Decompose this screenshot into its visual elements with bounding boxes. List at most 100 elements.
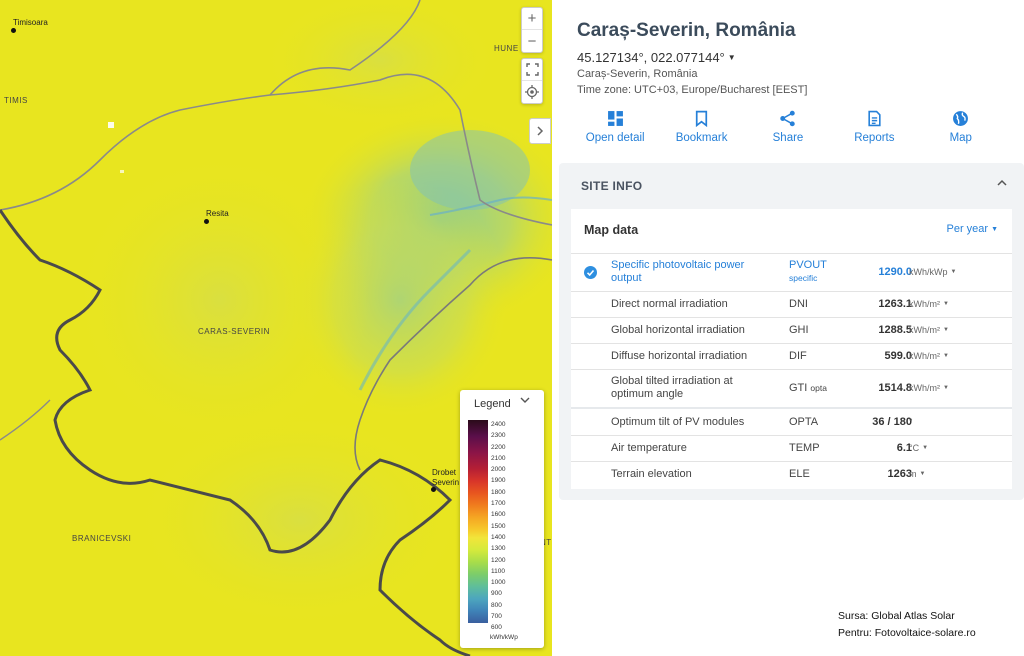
legend-title: Legend: [474, 398, 511, 410]
reports-button[interactable]: Reports: [831, 110, 917, 144]
legend-tick: 1700: [491, 500, 506, 508]
unit-selector[interactable]: m ▼: [909, 469, 925, 479]
document-icon: [868, 110, 881, 127]
legend-tick: 1000: [491, 579, 506, 587]
region-label-caras-severin: CARAS-SEVERIN: [198, 327, 270, 336]
fullscreen-icon: [525, 63, 539, 76]
region-label-timis: TIMIS: [4, 96, 28, 105]
data-row-dni[interactable]: Direct normal irradiation DNI 1263.1 kWh…: [571, 291, 1012, 317]
locate-button[interactable]: [522, 81, 542, 103]
map-data-title: Map data: [584, 223, 639, 237]
row-abbr: TEMP: [789, 442, 820, 454]
data-row-temp[interactable]: Air temperature TEMP 6.1 °C ▼: [571, 435, 1012, 461]
period-selector-label: Per year: [946, 223, 989, 235]
solar-map[interactable]: TIMIS CARAS-SEVERIN BRANICEVSKI HUNE NT …: [0, 0, 552, 656]
legend-ticks: 2400 2300 2200 2100 2000 1900 1800 1700 1600 1500…: [491, 419, 531, 634]
view-controls: [521, 58, 543, 104]
row-name: Specific photovoltaic power output: [611, 259, 745, 284]
row-abbr: DNI: [789, 298, 808, 310]
legend-tick: 2200: [491, 443, 506, 451]
legend-tick: 800: [491, 601, 502, 609]
open-detail-button[interactable]: Open detail: [572, 110, 658, 144]
locate-icon: [525, 85, 539, 99]
city-marker-resita[interactable]: [204, 219, 209, 224]
check-icon: [584, 266, 597, 279]
chevron-down-icon[interactable]: [520, 396, 530, 404]
city-label-timisoara: Timisoara: [13, 18, 48, 27]
coordinates-value: 45.127134°, 022.077144°: [577, 50, 725, 65]
row-name: Diffuse horizontal irradiation: [611, 350, 748, 362]
data-row-dif[interactable]: Diffuse horizontal irradiation DIF 599.0…: [571, 343, 1012, 369]
legend-tick: 1100: [491, 567, 505, 575]
row-name: Air temperature: [611, 442, 687, 454]
unit-selector[interactable]: °C ▼: [909, 443, 928, 453]
globe-icon: [953, 111, 969, 126]
source-line: Sursa: Global Atlas Solar: [838, 610, 955, 622]
chevron-up-icon[interactable]: [996, 177, 1008, 189]
row-abbr: OPTA: [789, 416, 819, 428]
map-button[interactable]: Map: [918, 110, 1004, 144]
unit-selector[interactable]: kWh/kWp ▼: [909, 267, 956, 277]
legend-tick: 1500: [491, 522, 506, 530]
data-row-pvout[interactable]: Specific photovoltaic power output PVOUT…: [571, 253, 1012, 291]
share-label: Share: [772, 132, 804, 144]
data-row-ele[interactable]: Terrain elevation ELE 1263 m ▼: [571, 461, 1012, 488]
site-panel: Caraș-Severin, România 45.127134°, 022.0…: [552, 0, 1024, 656]
period-selector[interactable]: Per year ▼: [946, 223, 998, 235]
row-unit: °: [909, 417, 913, 427]
zoom-out-button[interactable]: −: [522, 30, 542, 52]
region-label-hune: HUNE: [494, 44, 519, 53]
credit-line: Pentru: Fotovoltaice-solare.ro: [838, 627, 976, 639]
unit-selector[interactable]: kWh/m² ▼: [909, 383, 949, 393]
action-bar: Open detail Bookmark Share Reports Map: [572, 110, 1004, 144]
open-detail-label: Open detail: [585, 132, 645, 144]
legend-tick: 1200: [491, 556, 506, 564]
legend-tick: 600: [491, 624, 502, 632]
legend-tick: 1600: [491, 511, 506, 519]
city-marker-drobeta[interactable]: [431, 487, 436, 492]
collapse-panel-button[interactable]: [529, 118, 551, 144]
unit-selector[interactable]: kWh/m² ▼: [909, 351, 949, 361]
row-value: 1288.5: [878, 324, 912, 336]
legend-unit: kWh/kWp: [490, 634, 518, 641]
row-abbr: DIF: [789, 350, 807, 362]
data-row-gti[interactable]: Global tilted irradiation at optimum ang…: [571, 369, 1012, 407]
row-name: Optimum tilt of PV modules: [611, 416, 745, 428]
unit-selector[interactable]: kWh/m² ▼: [909, 325, 949, 335]
legend-tick: 700: [491, 613, 502, 621]
row-abbr: PVOUT specific: [789, 259, 827, 283]
row-abbr: GHI: [789, 324, 809, 336]
row-name: Global horizontal irradiation: [611, 324, 745, 336]
city-label-drobeta-line2: Severin: [432, 478, 460, 487]
caret-down-icon: ▼: [727, 53, 736, 62]
data-row-opta[interactable]: Optimum tilt of PV modules OPTA 36 / 180…: [571, 407, 1012, 435]
data-row-ghi[interactable]: Global horizontal irradiation GHI 1288.5…: [571, 317, 1012, 343]
zoom-controls: + −: [521, 7, 543, 53]
map-label: Map: [949, 132, 972, 144]
row-name: Global tilted irradiation at optimum ang…: [611, 375, 733, 400]
fullscreen-button[interactable]: [522, 59, 542, 81]
unit-selector[interactable]: kWh/m² ▼: [909, 299, 949, 309]
city-marker-timisoara[interactable]: [11, 28, 16, 33]
legend-tick: 2000: [491, 466, 506, 474]
bookmark-icon: [695, 110, 708, 127]
bookmark-label: Bookmark: [675, 132, 728, 144]
row-value: 1290.0: [878, 266, 912, 278]
share-button[interactable]: Share: [745, 110, 831, 144]
chevron-right-icon: [537, 126, 544, 136]
legend-tick: 1300: [491, 545, 506, 553]
timezone: Time zone: UTC+03, Europe/Bucharest [EES…: [577, 84, 808, 96]
legend-tick: 1400: [491, 533, 506, 541]
coordinates[interactable]: 45.127134°, 022.077144° ▼: [577, 50, 736, 65]
legend-tick: 2400: [491, 421, 506, 428]
legend-tick: 1800: [491, 488, 506, 496]
site-info-header[interactable]: SITE INFO: [581, 179, 642, 193]
legend-tick: 900: [491, 590, 502, 598]
row-abbr: GTI opta: [789, 382, 827, 394]
legend-tick: 2300: [491, 432, 506, 440]
row-name: Terrain elevation: [611, 468, 692, 480]
zoom-in-button[interactable]: +: [522, 8, 542, 30]
site-info-section: SITE INFO Map data Per year ▼ Specific ph…: [559, 163, 1024, 500]
bookmark-button[interactable]: Bookmark: [658, 110, 744, 144]
row-value: 1514.8: [878, 382, 912, 394]
